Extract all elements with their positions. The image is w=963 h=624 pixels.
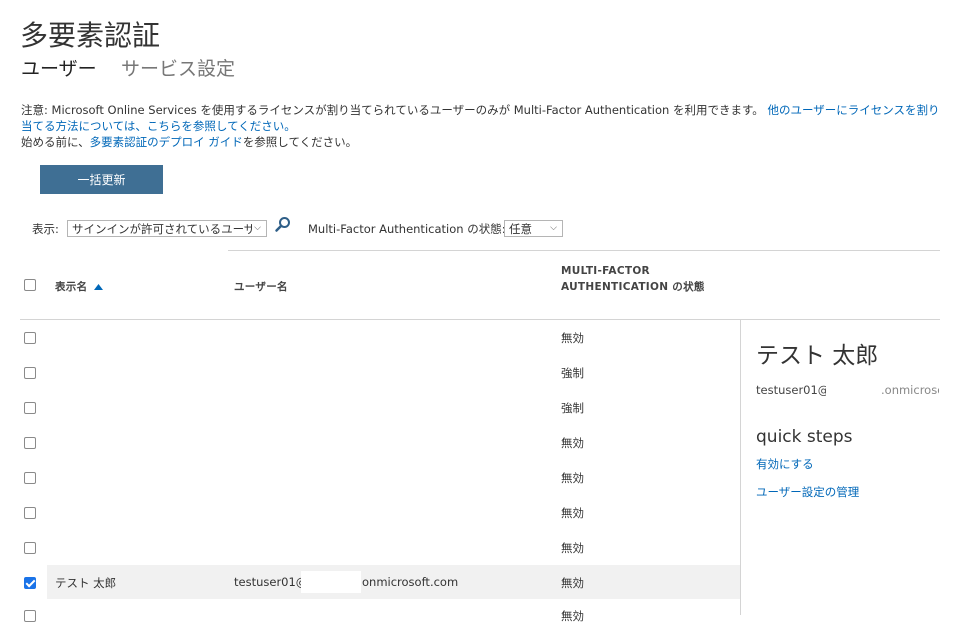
enable-mfa-link[interactable]: 有効にする [756,456,814,472]
panel-divider [740,320,741,615]
row-checkbox[interactable] [24,367,36,379]
row-checkbox[interactable] [24,542,36,554]
redacted-area [826,380,882,400]
license-notice: 注意: Microsoft Online Services を使用するライセンス… [21,102,941,150]
row-checkbox[interactable] [24,610,36,622]
row-checkbox[interactable] [24,437,36,449]
notice-text-2: 始める前に、 [21,135,90,149]
mfa-status: 無効 [561,609,584,623]
row-checkbox[interactable] [24,507,36,519]
mfa-status: 無効 [561,331,584,345]
notice-text: 注意: Microsoft Online Services を使用するライセンス… [21,103,764,117]
user-name-prefix: testuser01@ [234,575,308,589]
mfa-status: 無効 [561,506,584,520]
column-header-user-name[interactable]: ユーザー名 [234,279,288,294]
show-filter-value: サインインが許可されているユーザー [72,221,252,236]
redacted-area [301,571,361,593]
detail-user-email-prefix: testuser01@ [756,383,830,397]
mfa-status: 無効 [561,471,584,485]
select-all-checkbox[interactable] [24,279,36,291]
mfa-state-filter-select[interactable]: 任意 ⌵ [504,220,563,237]
bulk-update-button[interactable]: 一括更新 [40,165,163,194]
search-icon[interactable] [274,216,292,238]
notice-text-3: を参照してください。 [242,135,358,149]
chevron-down-icon: ⌵ [550,223,557,233]
quick-steps-title: quick steps [756,427,853,447]
header-divider [20,319,940,320]
mfa-status: 強制 [561,366,584,380]
manage-user-settings-link[interactable]: ユーザー設定の管理 [756,484,859,500]
row-checkbox-checked[interactable] [24,577,36,589]
tab-service-settings[interactable]: サービス設定 [121,54,235,81]
detail-user-name: テスト 太郎 [756,343,879,369]
mfa-state-filter-label: Multi-Factor Authentication の状態: [308,222,506,236]
detail-user-email-suffix: .onmicrosoft.com [881,383,939,397]
chevron-down-icon: ⌵ [254,223,261,233]
deploy-guide-link[interactable]: 多要素認証のデプロイ ガイド [90,135,243,149]
show-filter-select[interactable]: サインインが許可されているユーザー ⌵ [67,220,267,237]
divider [228,250,940,251]
row-checkbox[interactable] [24,472,36,484]
row-checkbox[interactable] [24,332,36,344]
mfa-status: 無効 [561,541,584,555]
sort-ascending-icon [94,284,104,290]
display-name-cell[interactable]: テスト 太郎 [55,575,116,591]
row-checkbox[interactable] [24,402,36,414]
mfa-status: 強制 [561,401,584,415]
show-filter-label: 表示: [32,222,59,236]
mfa-status: 無効 [561,576,584,590]
column-header-display-name[interactable]: 表示名 [55,279,104,294]
mfa-status: 無効 [561,436,584,450]
column-header-mfa-state[interactable]: MULTI-FACTOR AUTHENTICATION の状態 [561,263,721,295]
mfa-state-filter-value: 任意 [509,221,532,236]
tab-users[interactable]: ユーザー [21,54,97,81]
user-name-suffix: onmicrosoft.com [362,575,459,589]
page-title: 多要素認証 [20,19,161,52]
